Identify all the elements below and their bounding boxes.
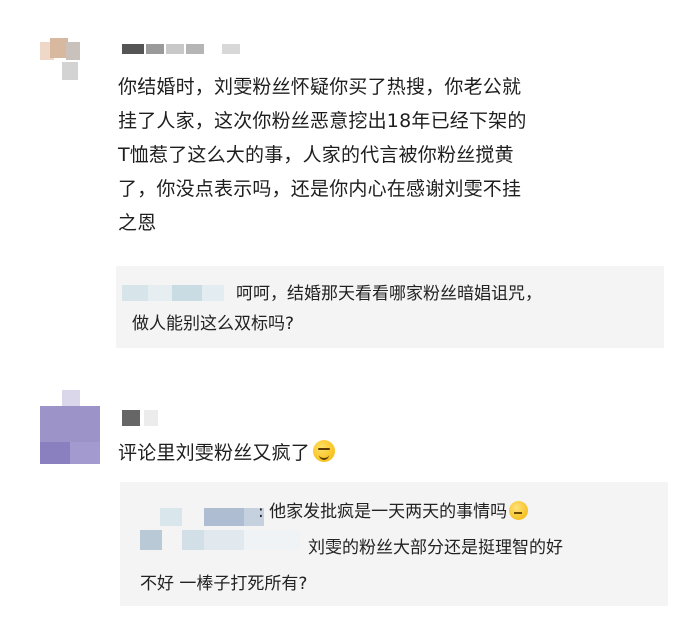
username-redacted[interactable]	[122, 408, 182, 428]
reply-username-redacted[interactable]	[122, 285, 226, 301]
reply-box[interactable]: 呵呵，结婚那天看看哪家粉丝暗娼诅咒， 做人能别这么双标吗?	[116, 266, 664, 348]
comment-line: 之恩	[118, 212, 157, 234]
comment-line: 挂了人家，这次你粉丝恶意挖出18年已经下架的	[118, 110, 527, 132]
comment-body: 评论里刘雯粉丝又疯了	[118, 436, 336, 470]
avatar[interactable]	[40, 30, 84, 80]
comment-line: 你结婚时，刘雯粉丝怀疑你买了热搜，你老公就	[118, 76, 522, 98]
reply-line: 呵呵，结婚那天看看哪家粉丝暗娼诅咒，	[236, 284, 542, 304]
reply-box[interactable]: : 他家发批疯是一天两天的事情吗 刘雯的粉丝大部分还是挺理智的好 不好 一棒子打…	[120, 482, 668, 606]
thinking-emoji-icon	[509, 501, 529, 520]
comment-line: 了，你没点表示吗，还是你内心在感谢刘雯不挂	[118, 178, 522, 200]
reply-line: 不好 一棒子打死所有?	[140, 574, 308, 594]
smug-emoji-icon	[313, 440, 336, 462]
reply-line: 刘雯的粉丝大部分还是挺理智的好	[308, 538, 563, 558]
comment-body: 你结婚时，刘雯粉丝怀疑你买了热搜，你老公就 挂了人家，这次你粉丝恶意挖出18年已…	[118, 70, 678, 240]
comment-line: T恤惹了这么大的事，人家的代言被你粉丝搅黄	[118, 144, 514, 166]
avatar[interactable]	[40, 390, 100, 472]
reply-text: : 他家发批疯是一天两天的事情吗	[258, 502, 508, 522]
reply-line: : 他家发批疯是一天两天的事情吗	[258, 498, 529, 527]
reply-line: 做人能别这么双标吗?	[132, 314, 295, 334]
comment-text: 评论里刘雯粉丝又疯了	[118, 442, 311, 464]
username-redacted[interactable]	[122, 42, 242, 56]
